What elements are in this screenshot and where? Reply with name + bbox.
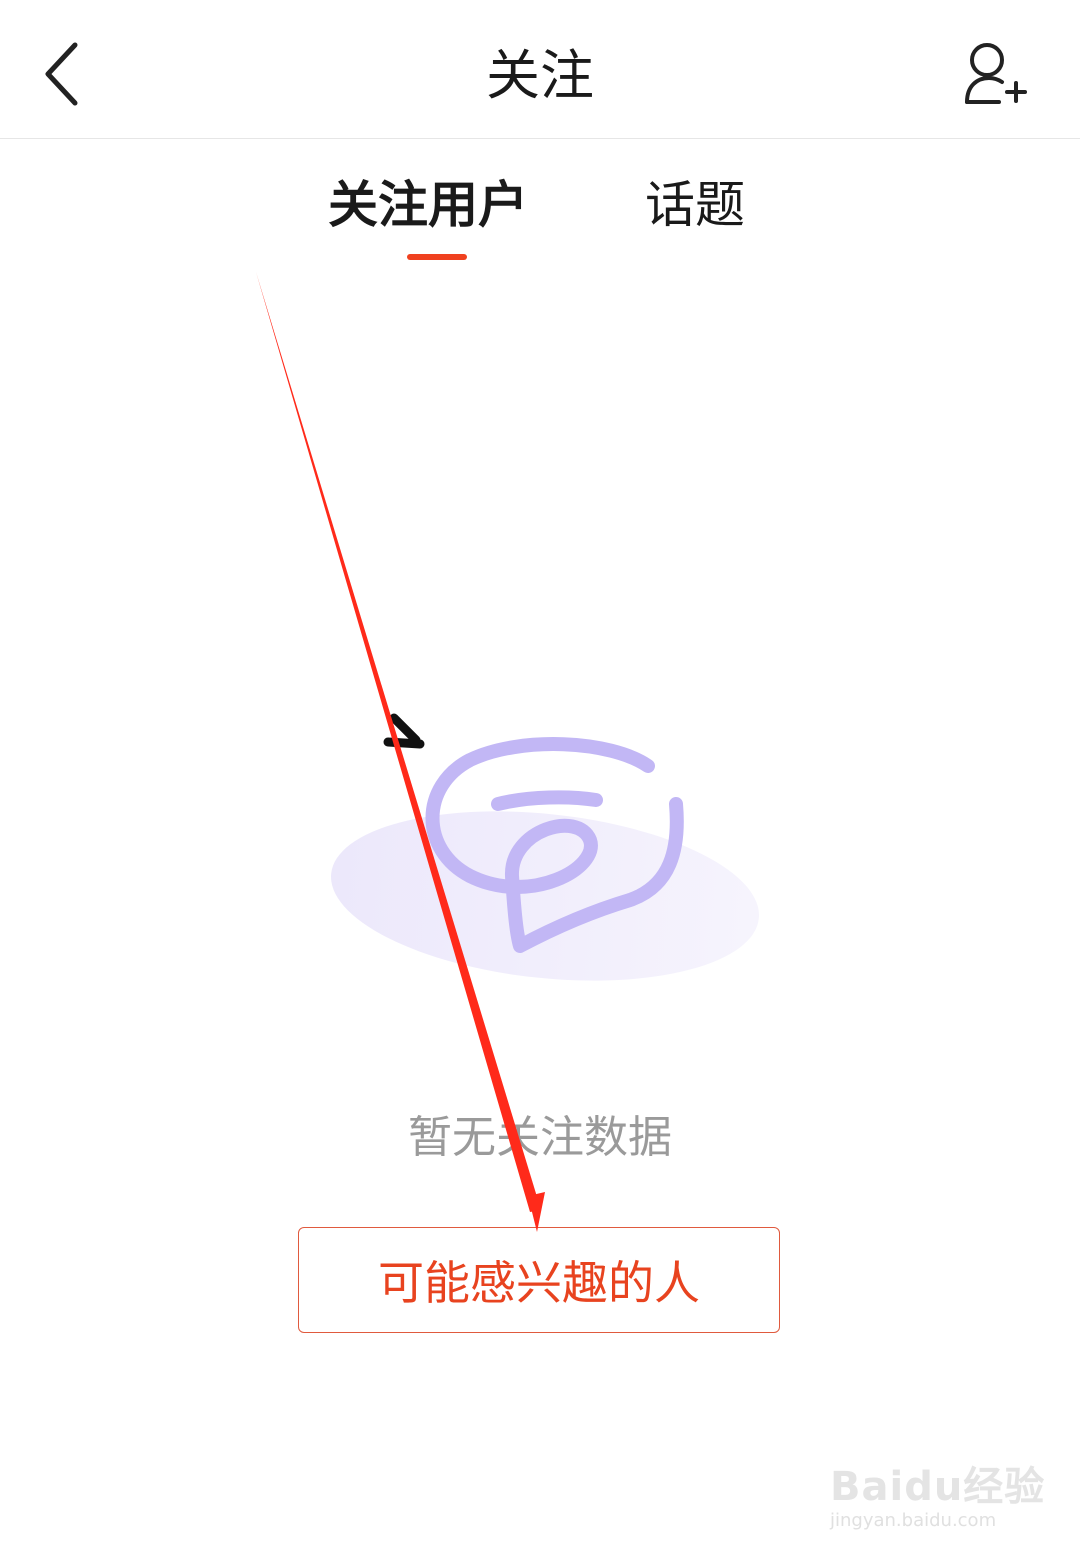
watermark: Baidu经验 jingyan.baidu.com — [820, 1436, 1044, 1536]
follow-page: 关注 关注用户 话题 暂无关注数据 可能感兴趣的人 Baidu经验 jingya… — [0, 0, 1080, 1556]
empty-state-illustration — [320, 700, 770, 1000]
chevron-left-icon — [45, 42, 78, 106]
empty-state-message: 暂无关注数据 — [408, 1112, 672, 1163]
add-user-icon — [965, 43, 1027, 104]
tab-bar: 关注用户 话题 — [0, 150, 1080, 270]
active-tab-indicator — [407, 254, 467, 260]
tab-topics[interactable]: 话题 — [645, 170, 745, 240]
add-user-button[interactable] — [955, 38, 1035, 110]
top-bar: 关注 — [0, 0, 1080, 139]
watermark-logo: Baidu经验 — [830, 1464, 1046, 1510]
back-button[interactable] — [30, 30, 100, 120]
empty-chat-icon — [331, 713, 759, 981]
suggested-people-button[interactable]: 可能感兴趣的人 — [298, 1227, 780, 1333]
tab-followed-users[interactable]: 关注用户 — [328, 170, 528, 240]
page-title: 关注 — [486, 44, 594, 107]
watermark-url: jingyan.baidu.com — [830, 1510, 997, 1531]
